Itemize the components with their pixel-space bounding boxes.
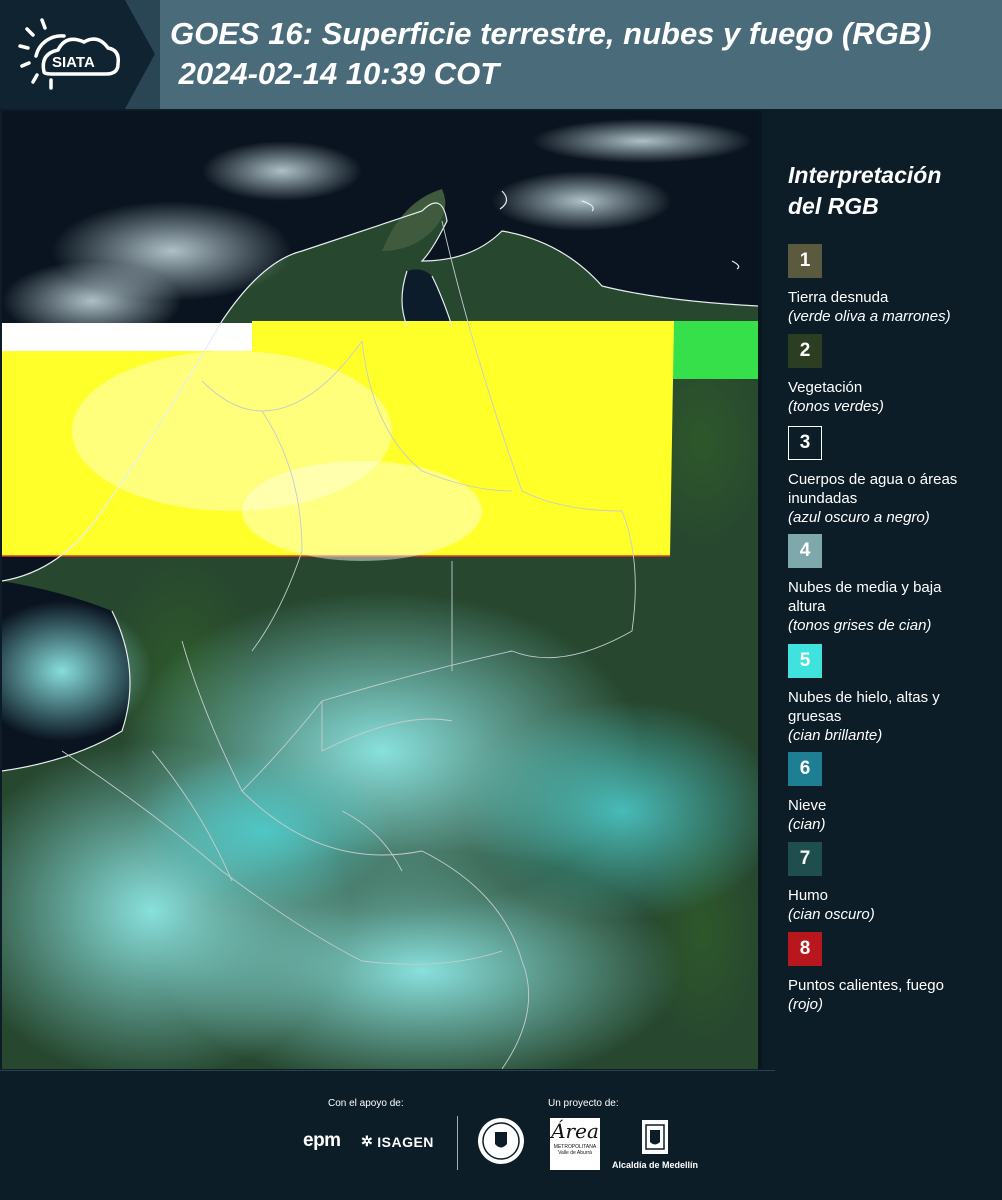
legend-swatch-6: 6 <box>788 752 822 786</box>
legend-swatch-2: 2 <box>788 334 822 368</box>
legend-title: Interpretación del RGB <box>788 160 998 222</box>
legend-swatch-1: 1 <box>788 244 822 278</box>
overlay-cloud-2 <box>242 461 482 561</box>
satellite-image <box>2 111 758 1069</box>
isagen-logo: ✲ ISAGEN <box>361 1133 434 1150</box>
legend-label-8: Puntos calientes, fuego <box>788 977 944 994</box>
siata-logo-text: SIATA <box>52 54 95 71</box>
siata-logo-block: SIATA <box>0 0 155 109</box>
alcaldia-label: Alcaldía de Medellín <box>612 1160 699 1170</box>
siata-sun-cloud-icon: SIATA <box>18 18 121 90</box>
legend-sub-8: (rojo) <box>788 996 824 1013</box>
legend-swatch-7: 7 <box>788 842 822 876</box>
legend-sub-7: (cian oscuro) <box>788 906 875 923</box>
cloud-caribbean-3 <box>202 141 362 201</box>
footer-divider-line <box>0 1070 775 1071</box>
epm-logo: epm <box>303 1130 341 1151</box>
legend-title-line-1: Interpretación <box>788 162 942 188</box>
project-label: Un proyecto de: <box>548 1098 619 1109</box>
legend-label-3: Cuerpos de agua o áreas inundadas <box>788 471 958 507</box>
header-banner: SIATA GOES 16: Superficie terrestre, nub… <box>0 0 1002 109</box>
legend-item-8: 8 Puntos calientes, fuego (rojo) <box>788 932 998 1014</box>
legend-swatch-5: 5 <box>788 644 822 678</box>
rgb-legend: Interpretación del RGB <box>788 160 998 240</box>
support-label: Con el apoyo de: <box>328 1098 404 1109</box>
legend-item-6: 6 Nieve (cian) <box>788 752 998 834</box>
legend-label-4: Nubes de media y baja altura <box>788 579 942 615</box>
legend-label-1: Tierra desnuda <box>788 289 889 306</box>
legend-sub-5: (cian brillante) <box>788 727 883 744</box>
legend-item-2: 2 Vegetación (tonos verdes) <box>788 334 998 416</box>
area-metropolitana-logo: Área METROPOLITANA Valle de Aburrá <box>550 1118 600 1170</box>
legend-label-6: Nieve <box>788 797 827 814</box>
legend-sub-6: (cian) <box>788 816 826 833</box>
alcaldia-shield-icon <box>642 1120 668 1154</box>
legend-item-4: 4 Nubes de media y baja altura (tonos gris… <box>788 534 998 635</box>
legend-sub-2: (tonos verdes) <box>788 398 884 415</box>
legend-item-5: 5 Nubes de hielo, altas y gruesas (cian br… <box>788 644 998 745</box>
legend-label-7: Humo <box>788 887 829 904</box>
legend-title-line-2: del RGB <box>788 193 879 219</box>
satellite-map[interactable] <box>2 111 758 1069</box>
legend-item-7: 7 Humo (cian oscuro) <box>788 842 998 924</box>
municipal-seal-icon <box>478 1118 524 1164</box>
legend-swatch-8: 8 <box>788 932 822 966</box>
title-line-1: GOES 16: Superficie terrestre, nubes y f… <box>170 16 932 51</box>
map-edge <box>758 111 762 1069</box>
legend-swatch-4: 4 <box>788 534 822 568</box>
green-data-patch <box>672 321 758 379</box>
legend-sub-1: (verde oliva a marrones) <box>788 308 951 325</box>
legend-sub-3: (azul oscuro a negro) <box>788 509 930 526</box>
title-line-2: 2024-02-14 10:39 COT <box>170 56 500 91</box>
legend-item-3: 3 Cuerpos de agua o áreas inundadas (azul … <box>788 426 998 527</box>
page-title: GOES 16: Superficie terrestre, nubes y f… <box>170 14 1000 94</box>
white-data-patch <box>2 323 252 351</box>
legend-label-2: Vegetación <box>788 379 863 396</box>
footer: Con el apoyo de: Un proyecto de: epm ✲ I… <box>0 1070 1002 1200</box>
legend-swatch-3: 3 <box>788 426 822 460</box>
legend-sub-4: (tonos grises de cian) <box>788 617 932 634</box>
area-script-text: Área <box>551 1119 599 1143</box>
legend-item-1: 1 Tierra desnuda (verde oliva a marrones) <box>788 244 998 326</box>
area-sub: Valle de Aburrá <box>558 1150 592 1156</box>
isagen-icon: ✲ <box>361 1133 374 1149</box>
legend-label-5: Nubes de hielo, altas y gruesas <box>788 689 940 725</box>
footer-vertical-divider <box>457 1116 458 1170</box>
isagen-text: ISAGEN <box>377 1133 434 1150</box>
cloud-caribbean-5 <box>532 119 752 163</box>
